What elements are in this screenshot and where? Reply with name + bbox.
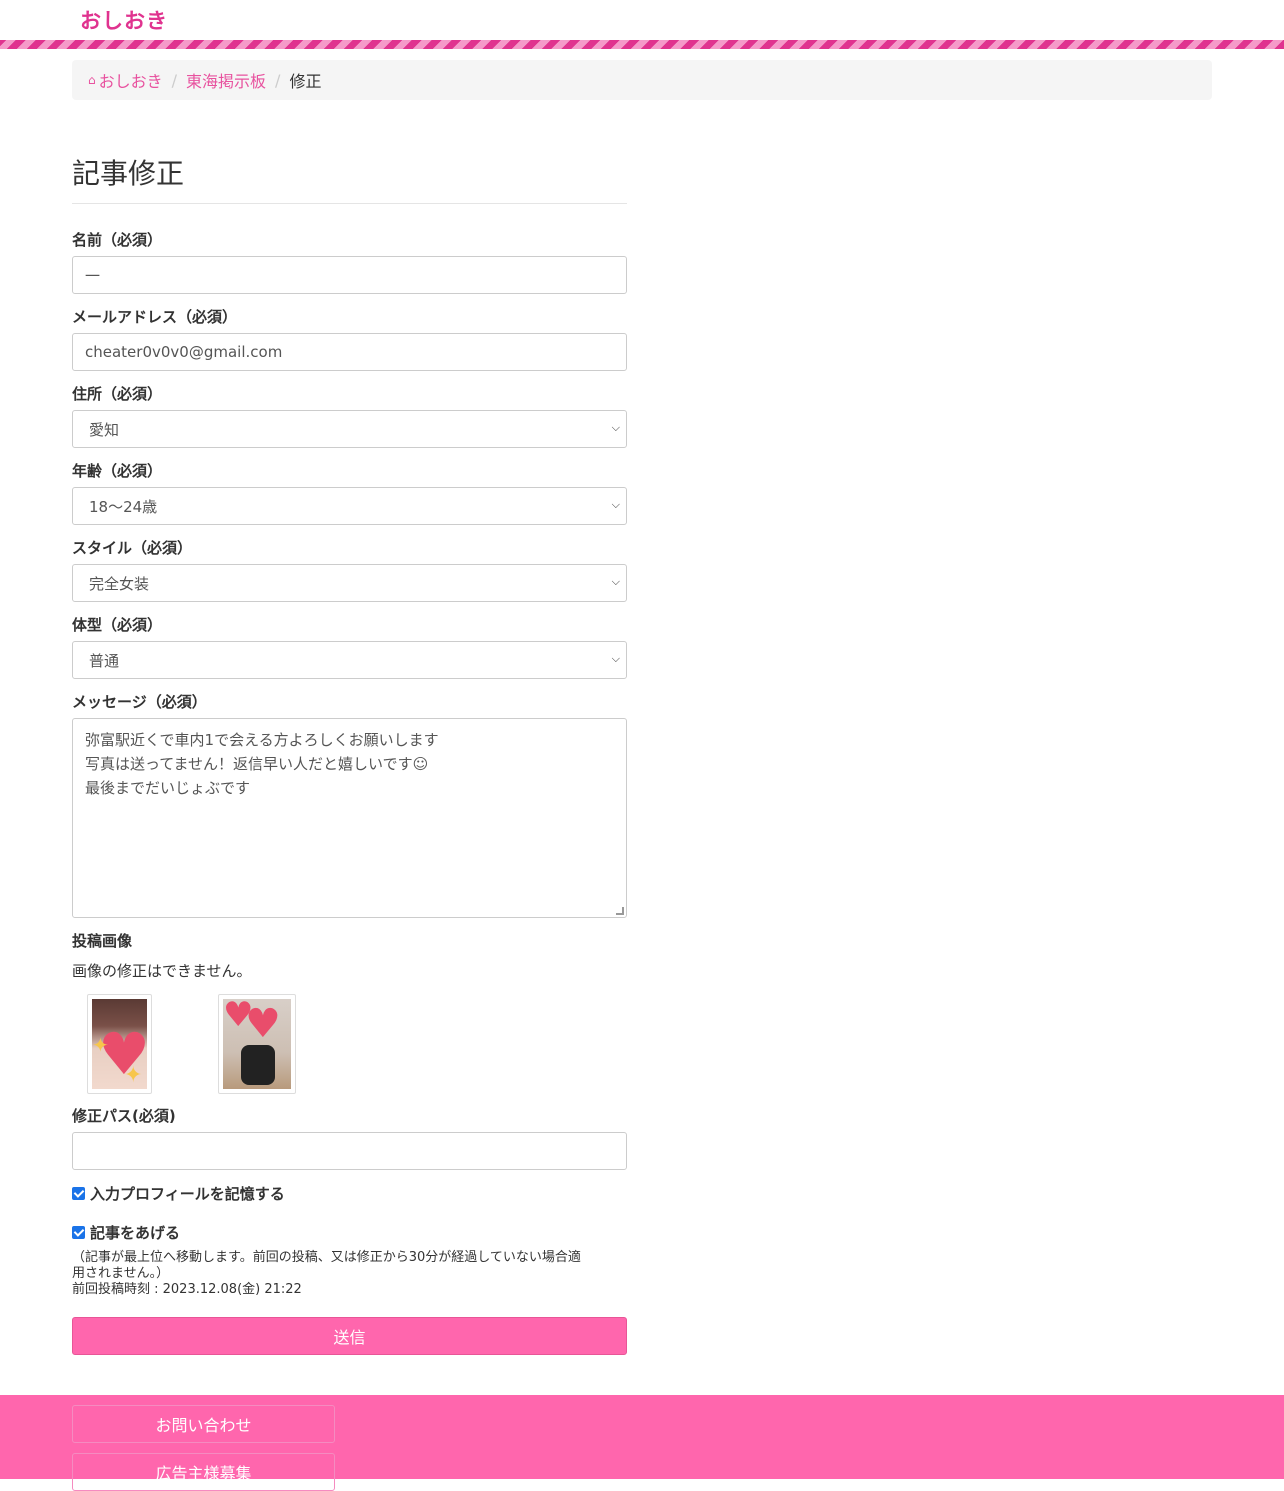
chevron-down-icon: ⌵ xyxy=(611,421,620,434)
bump-group: 記事をあげる （記事が最上位へ移動します。前回の投稿、又は修正から30分が経過し… xyxy=(72,1222,627,1298)
bump-checkbox-row[interactable]: 記事をあげる xyxy=(72,1222,627,1243)
images-group: 投稿画像 画像の修正はできません。 ♥ ✦ ✦ ♥ ♥ xyxy=(72,931,627,1094)
contact-link[interactable]: お問い合わせ xyxy=(72,1405,335,1443)
edit-pass-input[interactable] xyxy=(72,1132,627,1170)
style-select[interactable]: 完全女装 ⌵ xyxy=(72,564,627,602)
post-image-2[interactable]: ♥ ♥ xyxy=(218,994,296,1094)
bump-label: 記事をあげる xyxy=(90,1224,181,1242)
submit-button[interactable]: 送信 xyxy=(72,1317,627,1355)
name-label: 名前（必須） xyxy=(72,231,163,249)
breadcrumb-separator: / xyxy=(171,70,178,90)
submit-group: 送信 xyxy=(72,1317,627,1355)
last-post-time: 前回投稿時刻 : 2023.12.08(金) 21:22 xyxy=(72,1282,302,1297)
message-line: 最後までだいじょぶです xyxy=(85,779,251,797)
age-label: 年齢（必須） xyxy=(72,462,163,480)
edit-pass-label: 修正パス(必須) xyxy=(72,1107,176,1125)
bump-note-line: 用されません。） xyxy=(72,1266,170,1281)
breadcrumb: ⌂ おしおき / 東海掲示板 / 修正 xyxy=(72,60,1212,100)
bump-note: （記事が最上位へ移動します。前回の投稿、又は修正から30分が経過していない場合適… xyxy=(72,1250,627,1298)
age-select[interactable]: 18〜24歳 ⌵ xyxy=(72,487,627,525)
remember-checkbox-row[interactable]: 入力プロフィールを記憶する xyxy=(72,1183,627,1204)
bump-checkbox[interactable] xyxy=(72,1226,85,1239)
message-line: 弥富駅近くで車内1で会える方よろしくお願いします xyxy=(85,731,439,749)
message-label: メッセージ（必須） xyxy=(72,693,207,711)
body-type-select[interactable]: 普通 ⌵ xyxy=(72,641,627,679)
address-group: 住所（必須） 愛知 ⌵ xyxy=(72,384,627,448)
address-select[interactable]: 愛知 ⌵ xyxy=(72,410,627,448)
body-type-group: 体型（必須） 普通 ⌵ xyxy=(72,615,627,679)
edit-pass-group: 修正パス(必須) xyxy=(72,1106,627,1170)
breadcrumb-separator: / xyxy=(275,70,281,90)
address-label: 住所（必須） xyxy=(72,385,163,403)
body-type-value: 普通 xyxy=(89,651,120,670)
email-input[interactable]: cheater0v0v0@gmail.com xyxy=(72,333,627,371)
sparkle-icon: ✦ xyxy=(92,1033,109,1057)
address-value: 愛知 xyxy=(89,420,120,439)
breadcrumb-board[interactable]: 東海掲示板 xyxy=(186,68,266,92)
page-title: 記事修正 xyxy=(72,152,627,204)
email-label: メールアドレス（必須） xyxy=(72,308,238,326)
name-value: 一 xyxy=(85,266,101,285)
remember-label: 入力プロフィールを記憶する xyxy=(90,1185,285,1203)
edit-form: 記事修正 名前（必須） 一 メールアドレス（必須） cheater0v0v0@g… xyxy=(72,152,627,1355)
chevron-down-icon: ⌵ xyxy=(611,575,620,588)
message-group: メッセージ（必須） 弥富駅近くで車内1で会える方よろしくお願いします 写真は送っ… xyxy=(72,692,627,918)
body-type-label: 体型（必須） xyxy=(72,616,163,634)
email-value: cheater0v0v0@gmail.com xyxy=(85,343,283,361)
style-label: スタイル（必須） xyxy=(72,539,193,557)
images-note: 画像の修正はできません。 xyxy=(72,962,252,980)
breadcrumb-current: 修正 xyxy=(289,72,322,91)
style-group: スタイル（必須） 完全女装 ⌵ xyxy=(72,538,627,602)
figure-shape xyxy=(241,1045,275,1085)
post-image-1[interactable]: ♥ ✦ ✦ xyxy=(87,994,152,1094)
remember-group: 入力プロフィールを記憶する xyxy=(72,1183,627,1204)
name-group: 名前（必須） 一 xyxy=(72,230,627,294)
advertiser-link[interactable]: 広告主様募集 xyxy=(72,1453,335,1491)
style-value: 完全女装 xyxy=(89,574,150,593)
age-value: 18〜24歳 xyxy=(89,497,158,516)
breadcrumb-home[interactable]: おしおき xyxy=(99,68,163,92)
chevron-down-icon: ⌵ xyxy=(611,498,620,511)
bump-note-line: （記事が最上位へ移動します。前回の投稿、又は修正から30分が経過していない場合適 xyxy=(72,1250,581,1265)
remember-checkbox[interactable] xyxy=(72,1187,85,1200)
sparkle-icon: ✦ xyxy=(124,1063,143,1088)
resize-handle-icon[interactable] xyxy=(616,907,624,915)
images-label: 投稿画像 xyxy=(72,932,133,950)
site-logo[interactable]: おしおき xyxy=(80,5,168,35)
header-bar: おしおき xyxy=(0,0,1284,40)
header-stripe xyxy=(0,40,1284,49)
name-input[interactable]: 一 xyxy=(72,256,627,294)
age-group: 年齢（必須） 18〜24歳 ⌵ xyxy=(72,461,627,525)
footer: お問い合わせ 広告主様募集 xyxy=(0,1395,1284,1491)
heart-sticker-icon: ♥ xyxy=(245,1001,281,1047)
message-textarea[interactable]: 弥富駅近くで車内1で会える方よろしくお願いします 写真は送ってません！返信早い人… xyxy=(72,718,627,918)
chevron-down-icon: ⌵ xyxy=(611,652,620,665)
message-line: 写真は送ってません！返信早い人だと嬉しいです☺︎ xyxy=(85,755,429,773)
email-group: メールアドレス（必須） cheater0v0v0@gmail.com xyxy=(72,307,627,371)
home-icon[interactable]: ⌂ xyxy=(88,73,96,87)
